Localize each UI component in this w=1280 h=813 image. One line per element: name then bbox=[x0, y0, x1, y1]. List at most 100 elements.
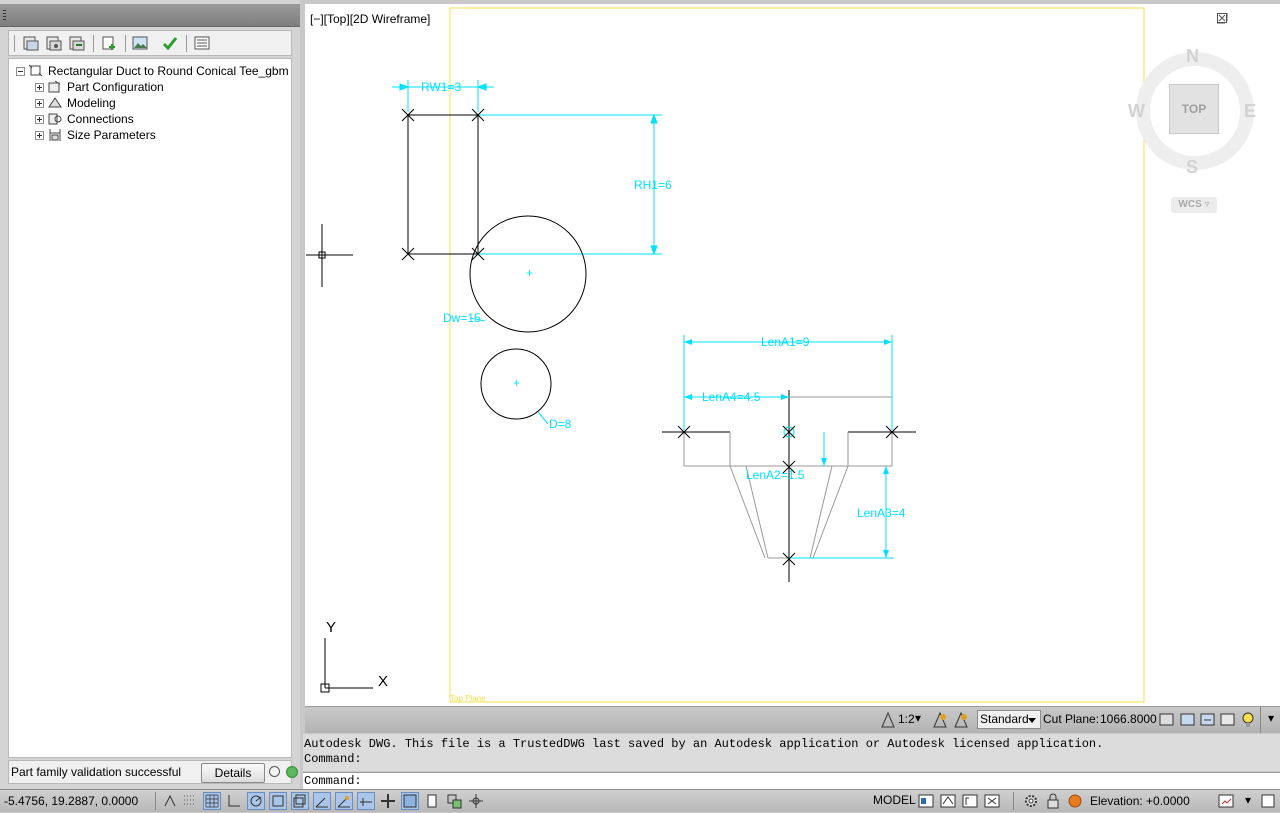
quick-properties-icon[interactable] bbox=[423, 792, 441, 810]
collapse-toggle[interactable] bbox=[16, 66, 25, 76]
status-indicator-gray-icon bbox=[269, 766, 280, 777]
auto-scale-icon[interactable] bbox=[952, 711, 970, 729]
chevron-down-icon[interactable]: ▾ bbox=[1245, 793, 1251, 807]
tree-root[interactable]: Rectangular Duct to Round Conical Tee_gb… bbox=[16, 63, 289, 79]
image-icon[interactable] bbox=[131, 34, 149, 52]
dim-rw1[interactable]: RW1=3 bbox=[421, 80, 461, 94]
surface-hatch-icon[interactable] bbox=[1158, 711, 1176, 729]
expand-toggle[interactable] bbox=[35, 114, 44, 124]
content-browser-panel: Rectangular Duct to Round Conical Tee_gb… bbox=[0, 0, 300, 789]
connections-icon bbox=[48, 113, 62, 125]
tree-item-part-configuration[interactable]: Part Configuration bbox=[35, 79, 164, 95]
annotation-monitor-icon[interactable] bbox=[467, 792, 485, 810]
tree-item-label: Connections bbox=[67, 112, 134, 126]
viewport-controls-label[interactable]: [−][Top][2D Wireframe] bbox=[310, 12, 430, 26]
save-as-icon[interactable] bbox=[45, 34, 63, 52]
tree-item-label: Part Configuration bbox=[67, 80, 164, 94]
drawing-canvas[interactable]: + + RW1=3 RH1=6 LenA1=9 LenA4=4.5 LenA2=… bbox=[305, 4, 1280, 706]
save-icon[interactable] bbox=[22, 34, 40, 52]
viewcube-north[interactable]: N bbox=[1186, 46, 1199, 67]
restore-icon[interactable] bbox=[1217, 13, 1247, 25]
model-space-toggle[interactable]: MODEL bbox=[873, 793, 916, 807]
chevron-down-icon[interactable]: ▾ bbox=[915, 711, 921, 725]
lock-icon[interactable] bbox=[1044, 792, 1062, 810]
expand-toggle[interactable] bbox=[35, 82, 44, 92]
tree-item-label: Size Parameters bbox=[67, 128, 156, 142]
dim-lena3[interactable]: LenA3=4 bbox=[857, 506, 906, 520]
expand-toggle[interactable] bbox=[35, 98, 44, 108]
render-icon[interactable] bbox=[1066, 792, 1084, 810]
details-button[interactable]: Details bbox=[201, 763, 265, 783]
top-plane-boundary bbox=[449, 7, 1145, 703]
transparency-icon[interactable] bbox=[401, 792, 419, 810]
part-configuration-icon bbox=[48, 80, 61, 93]
dim-lena2[interactable]: LenA2=1.5 bbox=[746, 468, 805, 482]
chevron-down-icon[interactable]: ▾ bbox=[1268, 711, 1274, 725]
panel-toolbar bbox=[8, 30, 292, 56]
tree-item-connections[interactable]: Connections bbox=[35, 111, 134, 127]
tree-item-modeling[interactable]: Modeling bbox=[35, 95, 116, 111]
layout-icon[interactable] bbox=[961, 792, 979, 810]
object-snap-icon[interactable] bbox=[269, 792, 287, 810]
layer-key-icon[interactable] bbox=[1179, 711, 1197, 729]
cursor-coordinates[interactable]: -5.4756, 19.2887, 0.0000 bbox=[4, 794, 138, 808]
validate-check-icon[interactable] bbox=[161, 34, 179, 52]
annotation-scale-value[interactable]: 1:2 bbox=[898, 712, 915, 726]
polar-tracking-icon[interactable] bbox=[247, 792, 265, 810]
viewcube-west[interactable]: W bbox=[1128, 101, 1145, 122]
ucs-y-label: Y bbox=[326, 619, 336, 636]
viewcube-top-face[interactable]: TOP bbox=[1169, 84, 1219, 134]
dim-rh1[interactable]: RH1=6 bbox=[634, 178, 672, 192]
annotation-scale-icon[interactable] bbox=[879, 711, 897, 729]
command-input[interactable]: Command: bbox=[303, 772, 1280, 790]
ortho-mode-icon[interactable] bbox=[225, 792, 243, 810]
annotation-visibility-icon[interactable] bbox=[931, 711, 949, 729]
validation-status-text: Part family validation successful bbox=[11, 765, 182, 779]
quick-view-drawings-icon[interactable] bbox=[939, 792, 957, 810]
lightbulb-icon[interactable] bbox=[1239, 711, 1257, 729]
panel-grip[interactable] bbox=[0, 4, 300, 27]
close-icon[interactable] bbox=[1217, 13, 1265, 25]
properties-icon[interactable] bbox=[193, 34, 211, 52]
viewport-status-bar: 1:2 ▾ Standard Cut Plane: 1066.8000 ▾ bbox=[305, 706, 1280, 733]
object-snap-tracking-icon[interactable] bbox=[313, 792, 331, 810]
workspace-gear-icon[interactable] bbox=[1022, 792, 1040, 810]
infer-constraints-icon[interactable] bbox=[161, 792, 179, 810]
application-status-bar: -5.4756, 19.2887, 0.0000 MODEL Elevation… bbox=[0, 789, 1280, 812]
dim-large-diameter[interactable]: Dw=15 bbox=[443, 311, 481, 325]
cut-plane-value[interactable]: 1066.8000 bbox=[1100, 712, 1157, 726]
selection-cycling-icon[interactable] bbox=[445, 792, 463, 810]
tree-item-size-parameters[interactable]: Size Parameters bbox=[35, 127, 156, 143]
dim-small-diameter[interactable]: D=8 bbox=[549, 417, 572, 431]
expand-toggle[interactable] bbox=[35, 130, 44, 140]
snap-mode-icon[interactable] bbox=[181, 792, 199, 810]
cut-plane-label: Cut Plane: bbox=[1043, 712, 1100, 726]
clean-screen-icon[interactable] bbox=[1217, 792, 1235, 810]
dim-lena1[interactable]: LenA1=9 bbox=[761, 335, 810, 349]
save-copy-icon[interactable] bbox=[68, 34, 86, 52]
isolate-objects-icon[interactable] bbox=[1199, 711, 1217, 729]
part-family-icon bbox=[28, 64, 43, 77]
dynamic-input-icon[interactable] bbox=[357, 792, 375, 810]
elevation-value[interactable]: Elevation: +0.0000 bbox=[1090, 794, 1190, 808]
3d-object-snap-icon[interactable] bbox=[291, 792, 309, 810]
viewcube-east[interactable]: E bbox=[1244, 101, 1256, 122]
grid-display-icon[interactable] bbox=[203, 792, 221, 810]
viewcube-south[interactable]: S bbox=[1186, 157, 1198, 178]
dynamic-ucs-icon[interactable] bbox=[335, 792, 353, 810]
new-part-icon[interactable] bbox=[100, 34, 118, 52]
page-setup-icon[interactable] bbox=[983, 792, 1001, 810]
ucs-icon bbox=[320, 638, 373, 693]
command-prompt: Command: bbox=[304, 774, 362, 788]
full-screen-icon[interactable] bbox=[1259, 792, 1277, 810]
visibility-icon[interactable] bbox=[1219, 711, 1237, 729]
tree-item-label: Modeling bbox=[67, 96, 116, 110]
quick-view-layouts-icon[interactable] bbox=[917, 792, 935, 810]
rectangle-profile bbox=[407, 114, 479, 255]
wcs-dropdown[interactable]: WCS ▿ bbox=[1171, 197, 1217, 213]
viewport-window-controls bbox=[1217, 13, 1265, 25]
crosshair-cursor bbox=[306, 224, 353, 287]
display-config-select[interactable]: Standard bbox=[977, 710, 1041, 729]
dim-lena4[interactable]: LenA4=4.5 bbox=[702, 390, 761, 404]
lineweight-icon[interactable] bbox=[379, 792, 397, 810]
